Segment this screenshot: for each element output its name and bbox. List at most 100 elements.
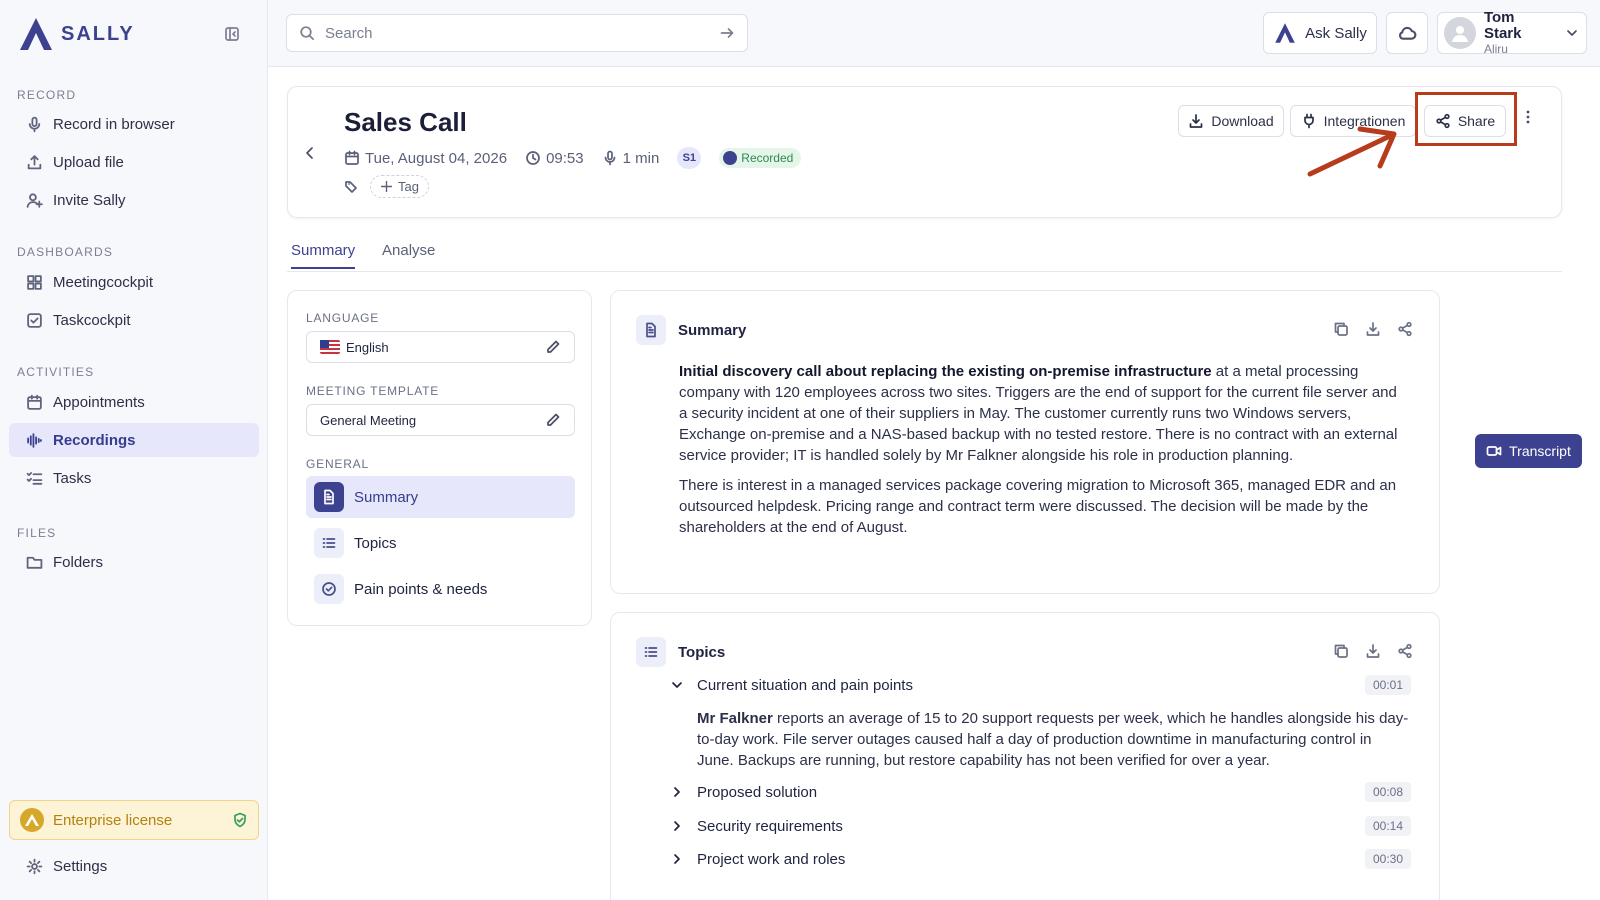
collapse-sidebar-icon[interactable] [224, 26, 240, 42]
sally-logo-icon [20, 18, 52, 50]
arrow-right-icon[interactable] [719, 25, 735, 41]
download-icon[interactable] [1365, 643, 1381, 659]
topics-card: Topics Current situation and pain points… [610, 612, 1440, 900]
user-icon [1451, 26, 1468, 42]
user-plus-icon [26, 192, 43, 208]
search-box[interactable] [286, 14, 748, 52]
section-dashboards-label: DASHBOARDS [17, 245, 114, 259]
topics-card-actions [1333, 643, 1413, 659]
panel-item-summary[interactable]: Summary [306, 476, 575, 518]
sidebar-item-record-in-browser[interactable]: Record in browser [9, 107, 259, 141]
shield-check-icon [234, 812, 246, 828]
topic-timestamp[interactable]: 00:01 [1364, 675, 1411, 695]
summary-text: Initial discovery call about replacing t… [679, 361, 1409, 547]
more-vertical-icon [1526, 110, 1530, 124]
video-icon [1486, 446, 1502, 456]
topic-timestamp[interactable]: 00:08 [1364, 782, 1411, 802]
search-input[interactable] [325, 24, 709, 42]
sidebar-item-appointments[interactable]: Appointments [9, 385, 259, 419]
template-field[interactable]: General Meeting [306, 404, 575, 436]
section-files-label: FILES [17, 526, 57, 540]
cloud-button[interactable] [1386, 12, 1428, 54]
avatar [1444, 17, 1476, 49]
topic-title: Current situation and pain points [697, 676, 913, 694]
sidebar-item-tasks[interactable]: Tasks [9, 461, 259, 495]
language-label: LANGUAGE [306, 311, 380, 325]
sidebar-item-meetingcockpit[interactable]: Meetingcockpit [9, 265, 259, 299]
search-icon [300, 26, 314, 40]
more-options-button[interactable] [1520, 109, 1536, 125]
enterprise-license-badge[interactable]: Enterprise license [9, 800, 259, 840]
template-value: General Meeting [320, 412, 417, 428]
ask-sally-button[interactable]: Ask Sally [1263, 12, 1377, 54]
sidebar-item-invite-sally[interactable]: Invite Sally [9, 183, 259, 217]
add-tag-button[interactable]: Tag [370, 175, 429, 198]
license-logo-icon [20, 808, 44, 832]
tag-row: Tag [344, 175, 429, 198]
transcript-button[interactable]: Transcript [1475, 434, 1582, 468]
annotation-arrow-icon [1307, 126, 1397, 177]
sidebar-item-upload-file[interactable]: Upload file [9, 145, 259, 179]
tags-icon [345, 180, 357, 193]
download-button[interactable]: Download [1178, 105, 1284, 137]
download-icon[interactable] [1365, 321, 1381, 337]
license-label: Enterprise license [53, 811, 173, 829]
language-value: English [346, 339, 389, 355]
sidebar-item-taskcockpit[interactable]: Taskcockpit [9, 303, 259, 337]
brand-name: SALLY [61, 22, 135, 45]
panel-item-pain-points[interactable]: Pain points & needs [306, 568, 575, 610]
check-circle-icon [314, 574, 344, 604]
ask-sally-label: Ask Sally [1305, 24, 1367, 42]
summary-card-header: Summary [636, 315, 746, 345]
back-button[interactable] [302, 145, 318, 161]
share-icon[interactable] [1397, 643, 1413, 659]
mic-icon [604, 150, 615, 166]
summary-card-actions [1333, 321, 1413, 337]
sidebar-item-label: Folders [53, 553, 104, 571]
topics-card-title: Topics [678, 643, 726, 661]
add-tag-label: Tag [398, 179, 419, 194]
us-flag-icon [320, 340, 340, 354]
summary-card-title: Summary [678, 321, 747, 339]
chevron-right-icon [674, 821, 680, 831]
summary-lead: Initial discovery call about replacing t… [679, 363, 1212, 380]
user-org: Aliru [1483, 42, 1508, 56]
logo[interactable]: SALLY [17, 16, 135, 52]
sidebar-item-folders[interactable]: Folders [9, 545, 259, 579]
topic-item[interactable]: Project work and roles 00:30 [669, 849, 1411, 869]
speaker-name: Mr Falkner [697, 710, 773, 727]
chevron-right-icon [674, 787, 680, 797]
topic-description: Mr Falkner reports an average of 15 to 2… [697, 708, 1412, 771]
topic-item[interactable]: Proposed solution 00:08 [669, 782, 1411, 802]
panel-item-topics[interactable]: Topics [306, 522, 575, 564]
user-info: Tom Stark Aliru [1483, 10, 1556, 57]
speaker-badge[interactable]: S1 [677, 147, 702, 169]
document-icon [314, 482, 344, 512]
sidebar-item-label: Invite Sally [53, 191, 126, 209]
gear-icon [26, 858, 43, 874]
sidebar-item-settings[interactable]: Settings [9, 849, 259, 883]
top-bar: Ask Sally Tom Stark Aliru [268, 0, 1600, 67]
share-icon[interactable] [1397, 321, 1413, 337]
section-activities-label: ACTIVITIES [17, 365, 95, 379]
topic-item[interactable]: Security requirements 00:14 [669, 816, 1411, 836]
language-field[interactable]: English [306, 331, 575, 363]
topic-description-rest: reports an average of 15 to 20 support r… [697, 710, 1409, 769]
user-menu[interactable]: Tom Stark Aliru [1437, 10, 1587, 57]
sidebar-item-recordings[interactable]: Recordings [9, 423, 259, 457]
status-text: Recorded [741, 151, 794, 165]
tab-analyse[interactable]: Analyse [382, 242, 435, 267]
summary-card: Summary Initial discovery call about rep… [610, 290, 1440, 594]
topic-item[interactable]: Current situation and pain points 00:01 [669, 675, 1411, 695]
tab-summary[interactable]: Summary [291, 242, 356, 269]
settings-label: Settings [53, 857, 108, 875]
pencil-icon[interactable] [545, 412, 561, 428]
status-badge: Recorded [719, 148, 802, 168]
copy-icon[interactable] [1333, 321, 1349, 337]
waveform-icon [27, 432, 42, 448]
pencil-icon[interactable] [545, 339, 561, 355]
topic-timestamp[interactable]: 00:14 [1364, 816, 1411, 836]
checkbox-icon [27, 312, 42, 328]
topic-timestamp[interactable]: 00:30 [1364, 849, 1411, 869]
copy-icon[interactable] [1333, 643, 1349, 659]
